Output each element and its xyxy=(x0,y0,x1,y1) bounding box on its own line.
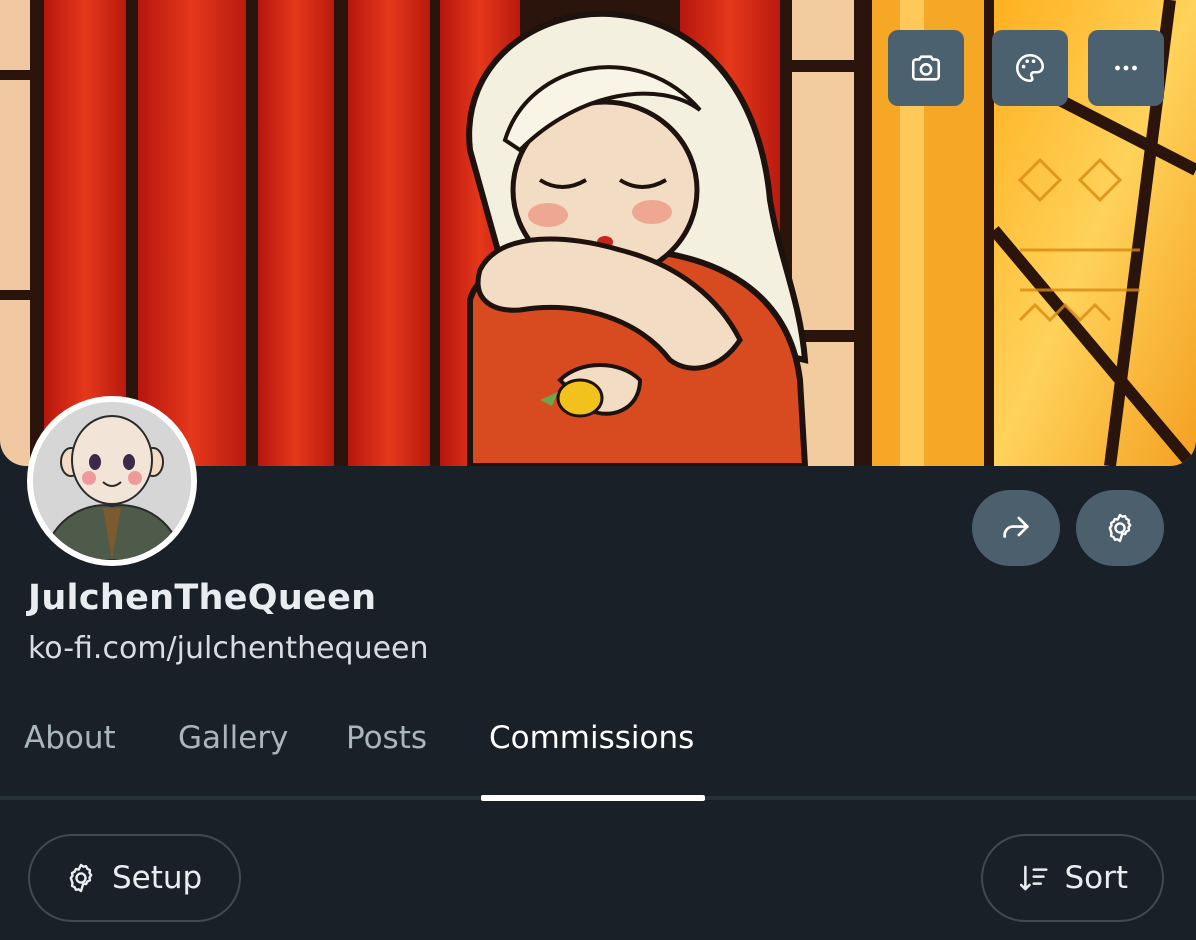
camera-button[interactable] xyxy=(888,30,964,106)
gear-icon xyxy=(69,863,93,893)
sort-descending-icon xyxy=(1019,865,1048,891)
profile-name: JulchenTheQueen xyxy=(28,578,377,618)
tab-gallery[interactable]: Gallery xyxy=(178,720,288,756)
more-horizontal-icon xyxy=(1115,65,1137,71)
theme-palette-button[interactable] xyxy=(992,30,1068,106)
sort-label: Sort xyxy=(1064,860,1128,896)
camera-icon xyxy=(911,55,941,81)
palette-icon xyxy=(1015,53,1045,83)
tab-about[interactable]: About xyxy=(24,720,116,756)
avatar-illustration xyxy=(33,402,191,560)
profile-avatar[interactable] xyxy=(27,396,197,566)
profile-settings-button[interactable] xyxy=(1076,490,1164,566)
tab-commissions[interactable]: Commissions xyxy=(489,720,694,756)
profile-url[interactable]: ko-fi.com/julchenthequeen xyxy=(28,631,429,666)
profile-tabs: About Gallery Posts Commissions xyxy=(0,700,1196,800)
more-options-button[interactable] xyxy=(1088,30,1164,106)
share-icon xyxy=(1003,516,1029,538)
cover-image xyxy=(0,0,1196,466)
setup-label: Setup xyxy=(112,860,203,896)
avatar-image xyxy=(33,402,191,560)
active-tab-indicator xyxy=(481,795,705,801)
share-button[interactable] xyxy=(972,490,1060,566)
setup-button[interactable]: Setup xyxy=(28,834,241,922)
sort-button[interactable]: Sort xyxy=(981,834,1164,922)
tab-posts[interactable]: Posts xyxy=(346,720,427,756)
settings-gear-icon xyxy=(1108,513,1132,543)
